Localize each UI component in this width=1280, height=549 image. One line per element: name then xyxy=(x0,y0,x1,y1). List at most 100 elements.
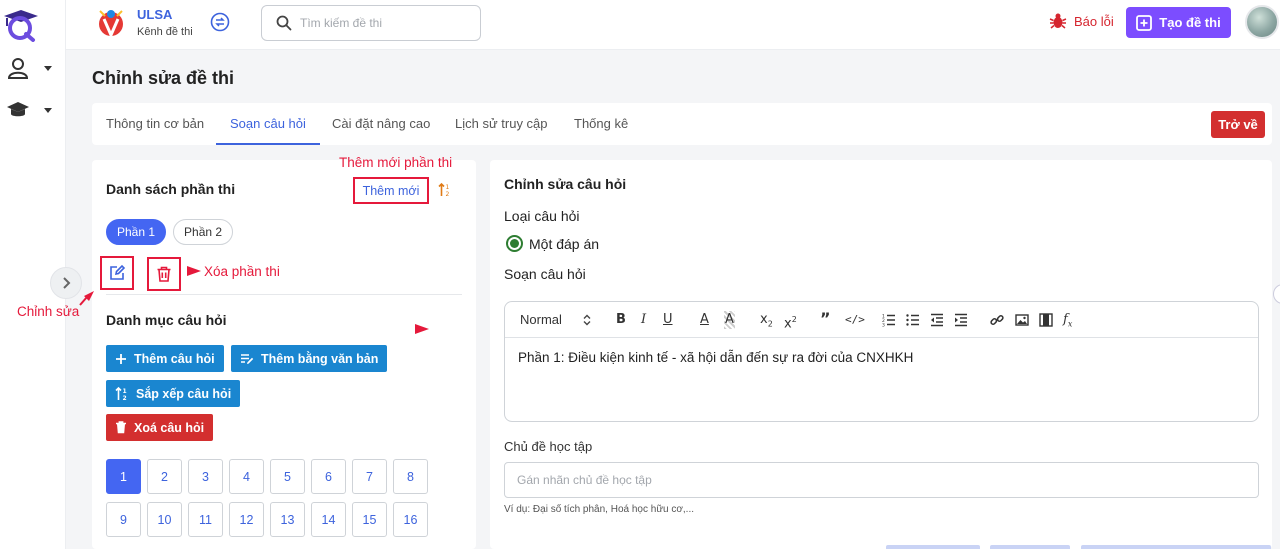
svg-text:3: 3 xyxy=(882,323,885,328)
link-icon[interactable] xyxy=(990,313,1004,327)
underline-icon[interactable]: U xyxy=(663,311,673,329)
switch-channel-icon[interactable] xyxy=(210,12,230,32)
question-editor-title: Chỉnh sửa câu hỏi xyxy=(504,176,627,192)
question-number-button[interactable]: 5 xyxy=(270,459,305,494)
search-input[interactable] xyxy=(300,16,460,30)
question-number-button[interactable]: 16 xyxy=(393,502,428,537)
editor-content[interactable]: Phần 1: Điều kiện kinh tế - xã hội dẫn đ… xyxy=(505,338,1258,377)
chevron-down-icon xyxy=(44,65,52,71)
question-number-button[interactable]: 14 xyxy=(311,502,346,537)
annotation-edit: Chỉnh sửa xyxy=(17,304,80,319)
user-menu[interactable] xyxy=(6,56,52,80)
outdent-icon[interactable] xyxy=(930,313,944,327)
question-number-button[interactable]: 3 xyxy=(188,459,223,494)
rich-text-editor: Normal B I U A A x2 x2 ” </> 1 2 3 fx Ph… xyxy=(504,301,1259,422)
topic-input[interactable] xyxy=(504,462,1259,498)
question-number-button[interactable]: 1 xyxy=(106,459,141,494)
highlight-icon[interactable]: A xyxy=(724,311,735,329)
search-icon xyxy=(276,15,292,31)
question-number-button[interactable]: 15 xyxy=(352,502,387,537)
question-number-button[interactable]: 4 xyxy=(229,459,264,494)
question-number-button[interactable]: 6 xyxy=(311,459,346,494)
bottom-action-bar[interactable] xyxy=(1081,545,1271,549)
trash-icon xyxy=(116,421,126,434)
indent-icon[interactable] xyxy=(954,313,968,327)
subscript-icon[interactable]: x2 xyxy=(760,311,773,334)
edit-section-button[interactable] xyxy=(100,256,134,290)
sort-questions-button[interactable]: 1 2 Sắp xếp câu hỏi xyxy=(106,380,241,407)
course-menu[interactable] xyxy=(6,100,52,120)
chevron-right-icon xyxy=(63,277,71,289)
add-by-text-button[interactable]: Thêm bằng văn bản xyxy=(231,345,388,372)
tab-compose-questions[interactable]: Soạn câu hỏi xyxy=(216,103,320,145)
question-number-button[interactable]: 8 xyxy=(393,459,428,494)
superscript-icon[interactable]: x2 xyxy=(784,311,797,333)
question-type-option[interactable]: Một đáp án xyxy=(506,235,599,252)
right-drawer-handle[interactable] xyxy=(1273,284,1280,304)
bottom-action-bar[interactable] xyxy=(990,545,1070,549)
add-section-button[interactable]: Thêm mới xyxy=(353,177,429,204)
question-number-button[interactable]: 9 xyxy=(106,502,141,537)
tab-basic-info[interactable]: Thông tin cơ bản xyxy=(92,103,218,145)
add-by-text-label: Thêm bằng văn bản xyxy=(261,351,379,366)
add-question-label: Thêm câu hỏi xyxy=(134,351,215,366)
section-list-title: Danh sách phần thi xyxy=(106,181,236,197)
section-chip-1[interactable]: Phần 1 xyxy=(106,219,167,245)
video-icon[interactable] xyxy=(1039,313,1053,327)
search-box[interactable] xyxy=(261,5,481,41)
question-type-label: Loại câu hỏi xyxy=(504,208,580,224)
delete-section-button[interactable] xyxy=(147,257,181,291)
bullet-list-icon[interactable] xyxy=(906,313,920,327)
question-number-button[interactable]: 7 xyxy=(352,459,387,494)
formula-icon[interactable]: fx xyxy=(1063,311,1072,334)
app-logo-icon[interactable] xyxy=(2,2,40,42)
text-color-icon[interactable]: A xyxy=(700,311,709,329)
tabs-bar: Thông tin cơ bản Soạn câu hỏi Cài đặt nâ… xyxy=(92,103,1272,145)
avatar[interactable] xyxy=(1245,5,1279,39)
annotation-delete-section: Xóa phần thi xyxy=(204,264,280,279)
delete-questions-label: Xoá câu hỏi xyxy=(134,420,205,435)
delete-questions-button[interactable]: Xoá câu hỏi xyxy=(106,414,214,441)
format-select[interactable]: Normal xyxy=(520,311,562,329)
bug-icon xyxy=(1049,13,1067,29)
graduation-cap-icon xyxy=(7,102,29,117)
user-icon xyxy=(7,58,29,79)
add-question-button[interactable]: Thêm câu hỏi xyxy=(106,345,224,372)
compose-question-label: Soạn câu hỏi xyxy=(504,266,586,282)
brand-name[interactable]: ULSA xyxy=(137,7,172,22)
tab-access-history[interactable]: Lịch sử truy cập xyxy=(441,103,562,145)
image-icon[interactable] xyxy=(1015,313,1029,327)
question-number-button[interactable]: 10 xyxy=(147,502,182,537)
annotation-arrow xyxy=(79,291,94,306)
tab-advanced-settings[interactable]: Cài đặt nâng cao xyxy=(318,103,444,145)
question-number-button[interactable]: 11 xyxy=(188,502,223,537)
bottom-action-bar[interactable] xyxy=(886,545,980,549)
ordered-list-icon[interactable]: 1 2 3 xyxy=(882,313,896,327)
italic-icon[interactable]: I xyxy=(641,311,646,329)
code-icon[interactable]: </> xyxy=(845,311,865,329)
question-category-title: Danh mục câu hỏi xyxy=(106,312,227,328)
report-error-button[interactable]: Báo lỗi xyxy=(1049,12,1114,30)
section-chips: Phần 1 Phần 2 xyxy=(106,219,234,245)
section-chip-2[interactable]: Phần 2 xyxy=(173,219,234,245)
question-number-button[interactable]: 13 xyxy=(270,502,305,537)
sort-icon[interactable]: 1 2 xyxy=(438,182,452,198)
back-button[interactable]: Trở về xyxy=(1211,111,1265,138)
topic-hint: Ví dụ: Đại số tích phân, Hoá học hữu cơ,… xyxy=(504,504,695,515)
blockquote-icon[interactable]: ” xyxy=(820,310,831,328)
ulsa-logo-icon[interactable] xyxy=(96,7,126,39)
bold-icon[interactable]: B xyxy=(616,311,626,329)
text-edit-icon xyxy=(241,353,254,364)
question-number-button[interactable]: 12 xyxy=(229,502,264,537)
page-title: Chỉnh sửa đề thi xyxy=(92,68,235,88)
annotation-add-section: Thêm mới phần thi xyxy=(339,155,453,170)
create-exam-button[interactable]: Tạo đề thi xyxy=(1126,7,1231,38)
radio-selected-icon[interactable] xyxy=(506,235,523,252)
svg-text:1: 1 xyxy=(123,388,127,395)
format-select-value: Normal xyxy=(520,312,562,327)
create-exam-label: Tạo đề thi xyxy=(1159,15,1221,30)
question-number-button[interactable]: 2 xyxy=(147,459,182,494)
annotation-arrow xyxy=(415,324,429,334)
report-error-label: Báo lỗi xyxy=(1074,13,1114,29)
tab-statistics[interactable]: Thống kê xyxy=(560,103,642,145)
